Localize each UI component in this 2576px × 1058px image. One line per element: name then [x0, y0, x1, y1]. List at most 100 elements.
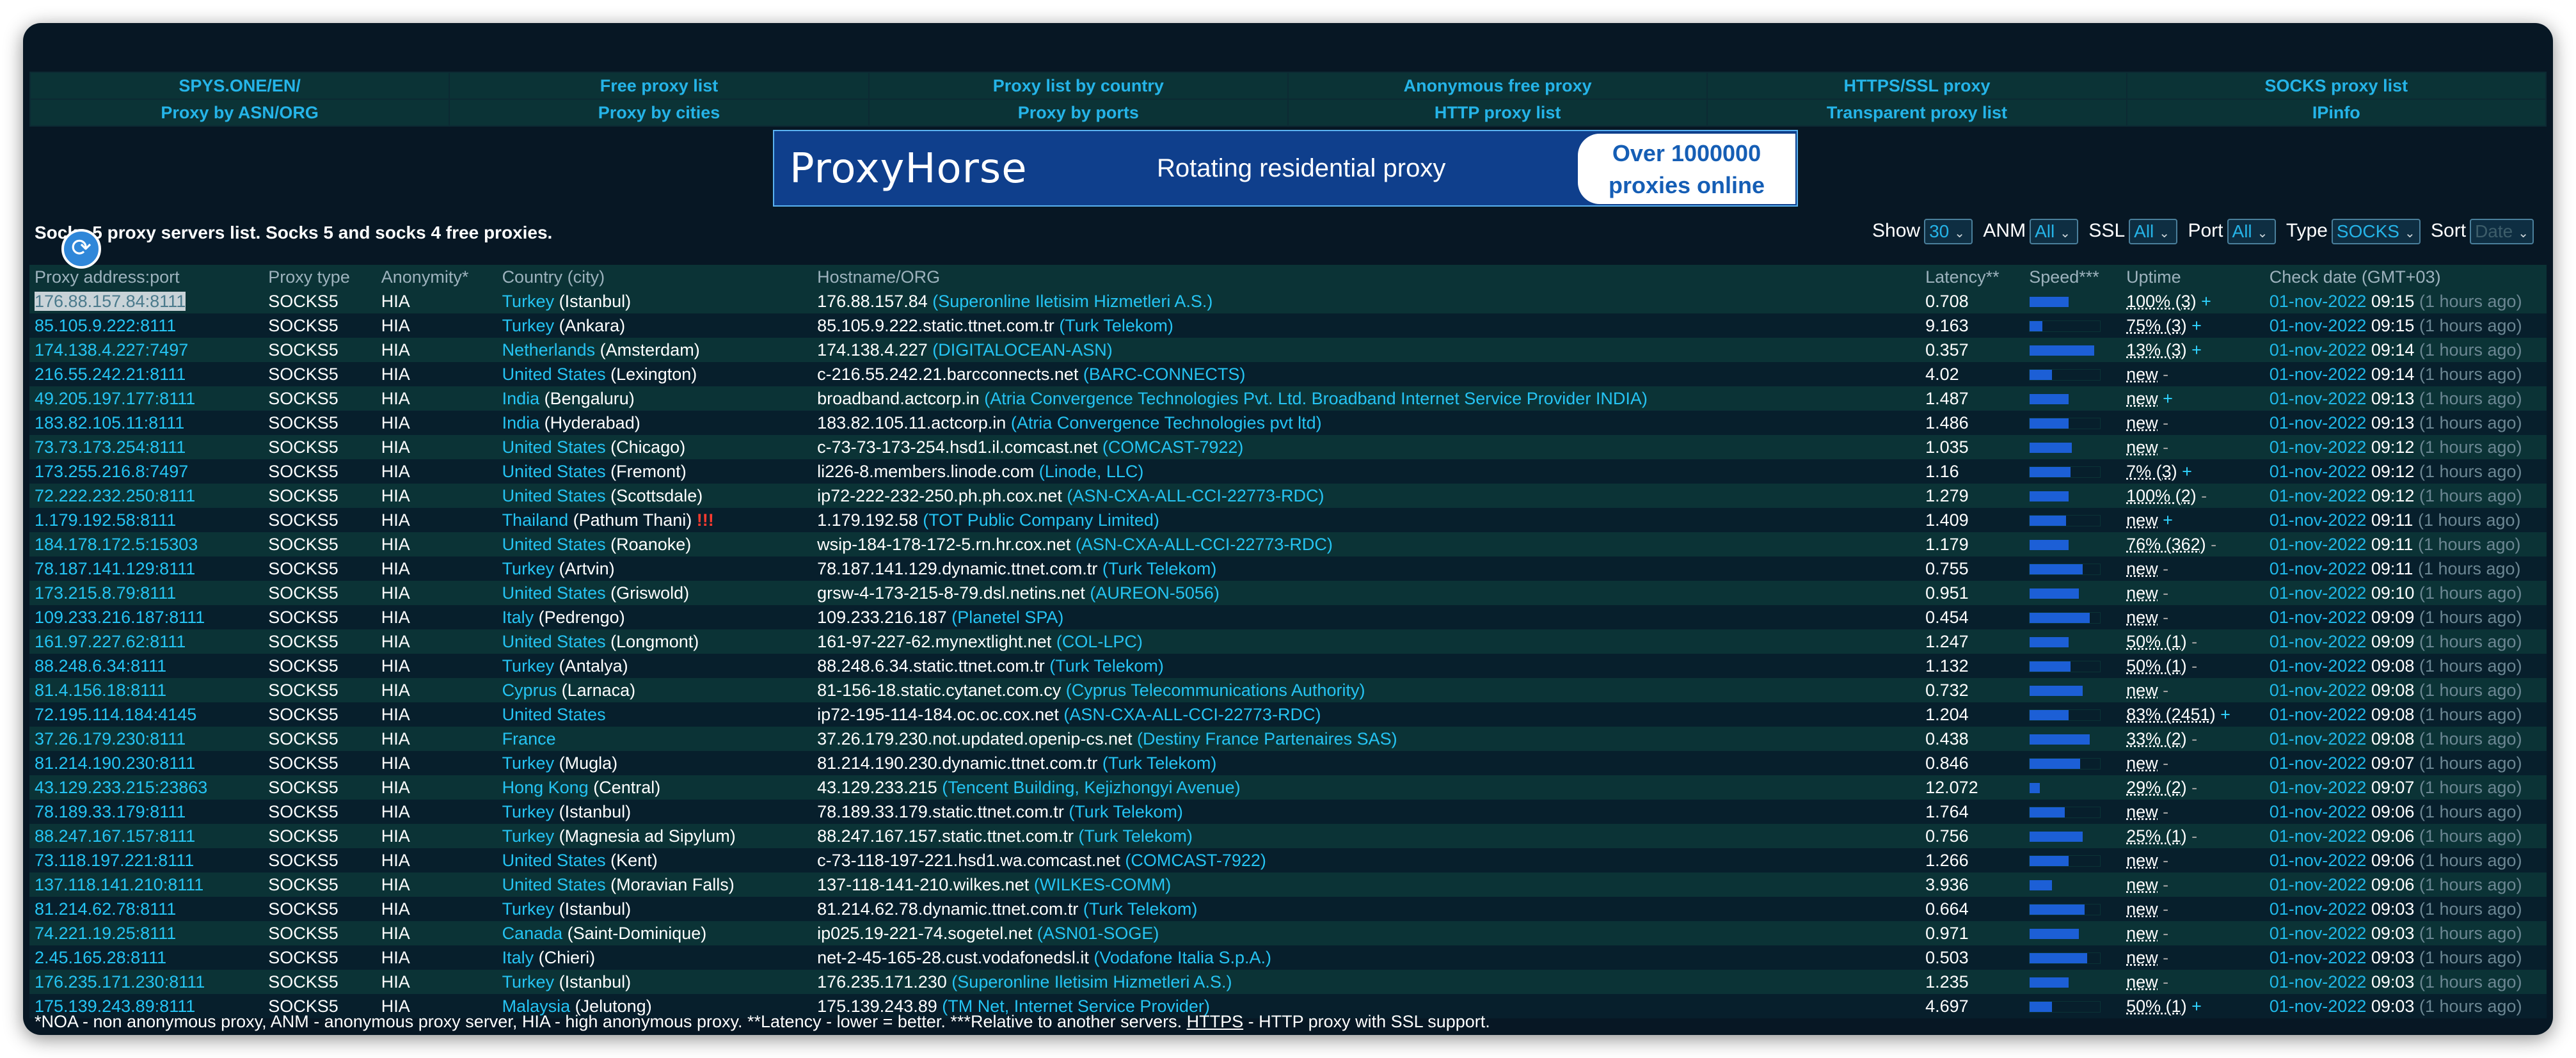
proxy-address[interactable]: 109.233.216.187:8111 [35, 608, 205, 627]
column-header-latency[interactable]: Latency** [1920, 265, 2024, 289]
uptime[interactable]: 100% (2) [2126, 486, 2197, 505]
proxy-address-cell[interactable]: 81.214.62.78:8111 [29, 897, 264, 921]
country-link[interactable]: Italy [502, 948, 534, 967]
uptime[interactable]: new [2126, 510, 2158, 530]
country-link[interactable]: United States [502, 632, 606, 651]
proxy-address[interactable]: 73.118.197.221:8111 [35, 851, 194, 870]
uptime[interactable]: new [2126, 899, 2158, 919]
org-link[interactable]: (Planetel SPA) [951, 608, 1063, 627]
uptime[interactable]: 7% (3) [2126, 462, 2177, 481]
column-header-hostname[interactable]: Hostname/ORG [812, 265, 1921, 289]
proxy-address[interactable]: 183.82.105.11:8111 [35, 413, 184, 432]
proxy-address-cell[interactable]: 88.248.6.34:8111 [29, 654, 264, 678]
proxy-address[interactable]: 81.214.190.230:8111 [35, 754, 195, 773]
proxy-address[interactable]: 184.178.172.5:15303 [35, 535, 198, 554]
org-link[interactable]: (ASN-CXA-ALL-CCI-22773-RDC) [1063, 705, 1321, 724]
country-link[interactable]: United States [502, 462, 606, 481]
proxy-address[interactable]: 78.187.141.129:8111 [35, 559, 195, 578]
proxy-address[interactable]: 37.26.179.230:8111 [35, 729, 186, 748]
org-link[interactable]: (Turk Telekom) [1059, 316, 1173, 335]
proxy-address-cell[interactable]: 161.97.227.62:8111 [29, 629, 264, 654]
org-link[interactable]: (Turk Telekom) [1049, 656, 1164, 675]
proxy-address-cell[interactable]: 216.55.242.21:8111 [29, 362, 264, 386]
uptime[interactable]: 33% (2) [2126, 729, 2187, 748]
org-link[interactable]: (Superonline Iletisim Hizmetleri A.S.) [951, 972, 1232, 991]
nav-link-ipinfo[interactable]: IPinfo [2126, 99, 2547, 127]
org-link[interactable]: (AUREON-5056) [1090, 583, 1220, 603]
org-link[interactable]: (BARC-CONNECTS) [1083, 365, 1246, 384]
country-link[interactable]: Turkey [502, 754, 555, 773]
org-link[interactable]: (ASN-CXA-ALL-CCI-22773-RDC) [1076, 535, 1333, 554]
org-link[interactable]: (COMCAST-7922) [1125, 851, 1266, 870]
country-link[interactable]: Turkey [502, 316, 555, 335]
org-link[interactable]: (TOT Public Company Limited) [923, 510, 1159, 530]
sort-select[interactable]: Date ⌄ [2470, 219, 2534, 244]
country-link[interactable]: Turkey [502, 656, 555, 675]
org-link[interactable]: (Turk Telekom) [1102, 754, 1217, 773]
uptime[interactable]: 75% (3) [2126, 316, 2187, 335]
proxy-address[interactable]: 2.45.165.28:8111 [35, 948, 166, 967]
proxy-address[interactable]: 81.214.62.78:8111 [35, 899, 176, 919]
uptime[interactable]: 25% (1) [2126, 826, 2187, 846]
org-link[interactable]: (WILKES-COMM) [1034, 875, 1171, 894]
proxy-address[interactable]: 176.88.157.84:8111 [35, 291, 186, 311]
uptime[interactable]: new [2126, 802, 2158, 821]
nav-link-home[interactable]: SPYS.ONE/EN/ [29, 72, 450, 100]
https-link[interactable]: HTTPS [1187, 1012, 1244, 1031]
proxy-address-cell[interactable]: 137.118.141.210:8111 [29, 872, 264, 897]
org-link[interactable]: (ASN01-SOGE) [1037, 924, 1159, 943]
column-header-anonymity[interactable]: Anonymity* [376, 265, 497, 289]
country-link[interactable]: United States [502, 705, 606, 724]
proxy-address-cell[interactable]: 85.105.9.222:8111 [29, 313, 264, 338]
org-link[interactable]: (Atria Convergence Technologies pvt ltd) [1011, 413, 1322, 432]
country-link[interactable]: Hong Kong [502, 778, 589, 797]
column-header-proxy-type[interactable]: Proxy type [263, 265, 376, 289]
uptime[interactable]: new [2126, 413, 2158, 432]
org-link[interactable]: (COL-LPC) [1056, 632, 1143, 651]
proxy-address-cell[interactable]: 176.88.157.84:8111 [29, 289, 264, 313]
country-link[interactable]: India [502, 413, 540, 432]
port-select[interactable]: All ⌄ [2227, 219, 2276, 244]
country-link[interactable]: Turkey [502, 972, 555, 991]
nav-link-proxy-by-country[interactable]: Proxy list by country [868, 72, 1289, 100]
org-link[interactable]: (ASN-CXA-ALL-CCI-22773-RDC) [1067, 486, 1324, 505]
proxy-address-cell[interactable]: 173.255.216.8:7497 [29, 459, 264, 484]
uptime[interactable]: new [2126, 559, 2158, 578]
proxy-address[interactable]: 78.189.33.179:8111 [35, 802, 186, 821]
country-link[interactable]: France [502, 729, 556, 748]
country-link[interactable]: Italy [502, 608, 534, 627]
proxy-address-cell[interactable]: 184.178.172.5:15303 [29, 532, 264, 557]
uptime[interactable]: new [2126, 608, 2158, 627]
proxy-address[interactable]: 174.138.4.227:7497 [35, 340, 188, 359]
uptime[interactable]: 50% (1) [2126, 997, 2187, 1016]
country-link[interactable]: Turkey [502, 292, 555, 311]
proxy-address[interactable]: 81.4.156.18:8111 [35, 681, 166, 700]
proxy-address[interactable]: 161.97.227.62:8111 [35, 632, 186, 651]
org-link[interactable]: (Turk Telekom) [1078, 826, 1193, 846]
country-link[interactable]: United States [502, 851, 606, 870]
org-link[interactable]: (Turk Telekom) [1102, 559, 1217, 578]
ad-banner[interactable]: ProxyHorse Rotating residential proxy Ov… [773, 130, 1798, 207]
country-link[interactable]: United States [502, 583, 606, 603]
country-link[interactable]: Thailand [502, 510, 569, 530]
proxy-address-cell[interactable]: 74.221.19.25:8111 [29, 921, 264, 945]
org-link[interactable]: (Tencent Building, Kejizhongyi Avenue) [942, 778, 1240, 797]
uptime[interactable]: 50% (1) [2126, 656, 2187, 675]
country-link[interactable]: United States [502, 438, 606, 457]
country-link[interactable]: Turkey [502, 899, 555, 919]
column-header-speed[interactable]: Speed*** [2024, 265, 2122, 289]
proxy-address-cell[interactable]: 78.187.141.129:8111 [29, 557, 264, 581]
proxy-address[interactable]: 216.55.242.21:8111 [35, 365, 186, 384]
org-link[interactable]: (Linode, LLC) [1039, 462, 1144, 481]
uptime[interactable]: 83% (2451) [2126, 705, 2216, 724]
nav-link-free-proxy-list[interactable]: Free proxy list [449, 72, 870, 100]
proxy-address-cell[interactable]: 73.73.173.254:8111 [29, 435, 264, 459]
uptime[interactable]: 100% (3) [2126, 292, 2197, 311]
proxy-address[interactable]: 73.73.173.254:8111 [35, 438, 186, 457]
proxy-address-cell[interactable]: 43.129.233.215:23863 [29, 775, 264, 800]
nav-link-socks-proxy[interactable]: SOCKS proxy list [2126, 72, 2547, 100]
uptime[interactable]: 76% (362) [2126, 535, 2206, 554]
org-link[interactable]: (Superonline Iletisim Hizmetleri A.S.) [932, 292, 1212, 311]
country-link[interactable]: United States [502, 535, 606, 554]
country-link[interactable]: United States [502, 365, 606, 384]
